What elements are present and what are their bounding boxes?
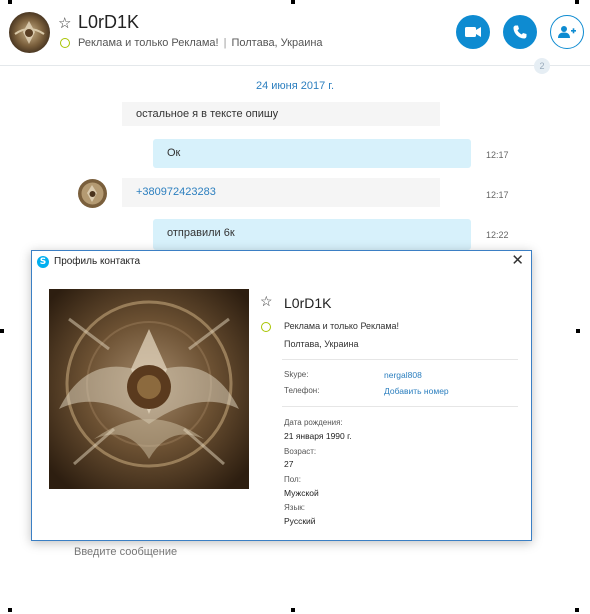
status-icon: [60, 38, 70, 48]
message-input[interactable]: Введите сообщение: [74, 546, 177, 558]
status-icon: [261, 322, 271, 332]
profile-photo: [49, 289, 249, 489]
selection-handle[interactable]: [0, 329, 4, 333]
divider: [282, 359, 518, 360]
add-person-icon: [558, 26, 576, 38]
birth-date-value: 21 января 1990 г.: [284, 431, 352, 441]
phone-number-link[interactable]: +380972423283: [136, 186, 216, 198]
message-text: Ок: [167, 147, 181, 159]
location-text: Полтава, Украина: [231, 37, 323, 49]
divider: [282, 406, 518, 407]
dialog-title: Профиль контакта: [54, 256, 141, 267]
conversation-header: ☆ L0rD1K Реклама и только Реклама! | Полта…: [0, 0, 590, 66]
contact-profile-dialog: S Профиль контакта ✕ ☆ L0rD1K Реклама и …: [31, 250, 532, 541]
selection-handle[interactable]: [575, 608, 579, 612]
video-call-button[interactable]: [456, 15, 490, 49]
age-label: Возраст:: [284, 447, 317, 456]
mood-text: Реклама и только Реклама!: [78, 37, 219, 49]
message-bubble[interactable]: +380972423283: [122, 178, 440, 207]
avatar[interactable]: [78, 179, 107, 208]
selection-handle[interactable]: [291, 608, 295, 612]
selection-handle[interactable]: [8, 608, 12, 612]
close-icon[interactable]: ✕: [511, 253, 524, 269]
skype-id-link[interactable]: nergal808: [384, 370, 422, 380]
avatar[interactable]: [9, 12, 50, 53]
add-contact-button[interactable]: [550, 15, 584, 49]
language-value: Русский: [284, 516, 316, 526]
skype-label: Skype:: [284, 370, 309, 379]
message-time: 12:17: [486, 150, 509, 160]
message-text: отправили 6к: [167, 227, 235, 239]
message-bubble[interactable]: Ок: [153, 139, 471, 168]
date-separator: 24 июня 2017 г.: [255, 80, 335, 92]
mini-avatar-icon[interactable]: 2: [534, 58, 550, 74]
contact-name[interactable]: L0rD1K: [78, 12, 139, 33]
gender-label: Пол:: [284, 475, 301, 484]
profile-name: L0rD1K: [284, 295, 332, 311]
phone-icon: [513, 25, 527, 39]
star-icon[interactable]: ☆: [58, 14, 71, 32]
message-bubble[interactable]: остальное я в тексте опишу: [122, 102, 440, 126]
mood-line: Реклама и только Реклама! | Полтава, Украи…: [78, 37, 323, 49]
selection-handle[interactable]: [576, 329, 580, 333]
separator: |: [223, 37, 227, 49]
video-camera-icon: [465, 27, 481, 37]
age-value: 27: [284, 459, 294, 469]
message-text: остальное я в тексте опишу: [136, 108, 279, 120]
dialog-titlebar[interactable]: S Профиль контакта ✕: [32, 251, 531, 273]
add-phone-link[interactable]: Добавить номер: [384, 386, 449, 396]
profile-location: Полтава, Украина: [284, 339, 359, 349]
profile-mood: Реклама и только Реклама!: [284, 321, 400, 331]
message-time: 12:22: [486, 230, 509, 240]
star-icon[interactable]: ☆: [260, 293, 273, 310]
message-bubble[interactable]: отправили 6к: [153, 219, 471, 250]
audio-call-button[interactable]: [503, 15, 537, 49]
phone-label: Телефон:: [284, 386, 320, 395]
message-time: 12:17: [486, 190, 509, 200]
gender-value: Мужской: [284, 488, 319, 498]
language-label: Язык:: [284, 503, 305, 512]
skype-logo-icon: S: [37, 256, 49, 268]
birth-date-label: Дата рождения:: [284, 418, 343, 427]
